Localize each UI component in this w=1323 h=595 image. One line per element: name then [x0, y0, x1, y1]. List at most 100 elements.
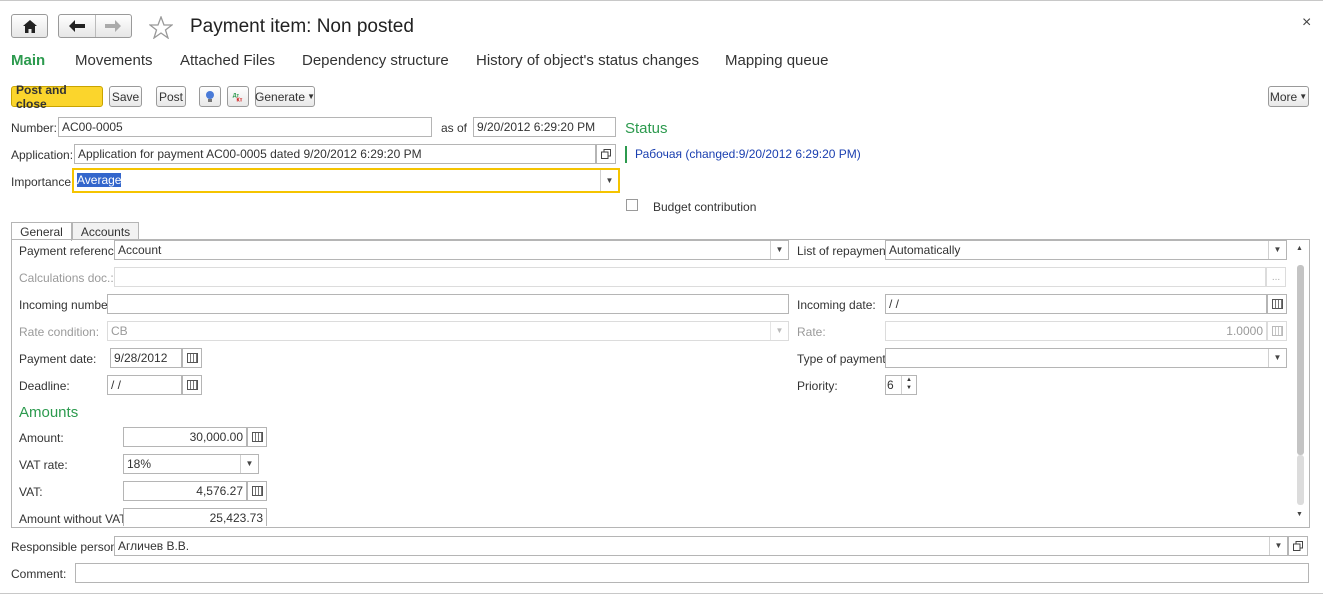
number-field[interactable]: AC00-0005	[58, 117, 432, 137]
incoming-date-calendar-button[interactable]	[1267, 294, 1287, 314]
chevron-down-icon[interactable]: ▼	[770, 241, 788, 259]
calc-doc-field	[114, 267, 1266, 287]
chevron-down-icon[interactable]: ▼	[1269, 537, 1287, 555]
vat-rate-select[interactable]: 18% ▼	[123, 454, 259, 474]
responsible-person-select[interactable]: Агличев В.В. ▼	[114, 536, 1288, 556]
calendar-icon	[186, 380, 198, 390]
amount-field[interactable]: 30,000.00	[123, 427, 247, 447]
amount-without-vat-label: Amount without VAT:	[19, 512, 129, 526]
application-label: Application:	[11, 148, 74, 162]
payment-reference-label: Payment reference:	[19, 244, 124, 258]
hint-button[interactable]	[199, 86, 221, 107]
open-responsible-button[interactable]	[1288, 536, 1308, 556]
calendar-icon	[1271, 299, 1283, 309]
vat-calculator-button[interactable]	[247, 481, 267, 501]
deadline-calendar-button[interactable]	[182, 375, 202, 395]
incoming-number-label: Incoming number:	[19, 298, 116, 312]
generate-button[interactable]: Generate ▼	[255, 86, 315, 107]
close-icon[interactable]: ×	[1302, 14, 1311, 32]
home-icon	[22, 19, 37, 33]
payment-date-calendar-button[interactable]	[182, 348, 202, 368]
open-window-icon	[601, 149, 611, 159]
list-repayment-select[interactable]: Automatically ▼	[885, 240, 1287, 260]
tab-accounts[interactable]: Accounts	[72, 222, 139, 240]
tab-main[interactable]: Main	[11, 52, 45, 69]
tab-history-status-changes[interactable]: History of object's status changes	[476, 52, 699, 69]
page-title: Payment item: Non posted	[190, 16, 414, 37]
deadline-label: Deadline:	[19, 379, 70, 393]
calculator-icon	[251, 486, 263, 496]
application-field[interactable]: Application for payment AC00-0005 dated …	[74, 144, 596, 164]
dt-kt-button[interactable]: Дт Кт	[227, 86, 249, 107]
open-application-button[interactable]	[596, 144, 616, 164]
importance-value: Average	[77, 173, 122, 187]
list-repayment-label: List of repayment:	[797, 244, 893, 258]
scrollbar-thumb[interactable]	[1297, 265, 1304, 455]
window-bottom-border	[0, 593, 1323, 594]
comment-field[interactable]	[75, 563, 1309, 583]
budget-contribution-label: Budget contribution	[653, 200, 757, 214]
responsible-person-value: Агличев В.В.	[118, 539, 190, 553]
amount-calculator-button[interactable]	[247, 427, 267, 447]
scroll-down-icon[interactable]: ▼	[1296, 511, 1303, 518]
forward-arrow-icon	[105, 20, 122, 32]
importance-select[interactable]: Average ▼	[72, 168, 620, 193]
rate-condition-select: CB ▼	[107, 321, 789, 341]
list-repayment-value: Automatically	[889, 243, 961, 257]
calculator-icon	[1271, 326, 1283, 336]
status-value-link[interactable]: Рабочая (changed:9/20/2012 6:29:20 PM)	[635, 147, 861, 161]
calc-doc-select-button: ...	[1266, 267, 1286, 287]
budget-contribution-checkbox[interactable]	[626, 199, 638, 211]
priority-value: 6	[887, 378, 894, 392]
save-button[interactable]: Save	[109, 86, 142, 107]
forward-button[interactable]	[96, 15, 132, 37]
type-payment-label: Type of payment:	[797, 352, 890, 366]
post-button[interactable]: Post	[156, 86, 186, 107]
payment-date-field[interactable]: 9/28/2012	[110, 348, 182, 368]
tab-dependency-structure[interactable]: Dependency structure	[302, 52, 449, 69]
payment-date-label: Payment date:	[19, 352, 97, 366]
vat-rate-value: 18%	[127, 457, 152, 471]
tab-attached-files[interactable]: Attached Files	[180, 52, 275, 69]
chevron-down-icon[interactable]: ▼	[1268, 349, 1286, 367]
amount-without-vat-field: 25,423.73	[123, 508, 267, 526]
date-field[interactable]: 9/20/2012 6:29:20 PM	[473, 117, 616, 137]
chevron-down-icon[interactable]: ▼	[600, 170, 618, 191]
window-top-border	[0, 0, 1323, 1]
amount-label: Amount:	[19, 431, 64, 445]
priority-stepper[interactable]: 6 ▲ ▼	[885, 375, 917, 395]
responsible-person-label: Responsible person:	[11, 540, 121, 554]
tab-movements[interactable]: Movements	[75, 52, 153, 69]
panel-scrollbar[interactable]: ▲ ▼	[1295, 243, 1306, 524]
tab-mapping-queue[interactable]: Mapping queue	[725, 52, 828, 69]
stepper-arrows-icon[interactable]: ▲ ▼	[901, 376, 916, 394]
priority-label: Priority:	[797, 379, 838, 393]
vat-field[interactable]: 4,576.27	[123, 481, 247, 501]
calendar-icon	[186, 353, 198, 363]
back-button[interactable]	[59, 15, 96, 37]
scrollbar-track	[1297, 455, 1304, 505]
chevron-down-icon: ▼	[770, 322, 788, 340]
chevron-down-icon[interactable]: ▼	[1268, 241, 1286, 259]
incoming-number-field[interactable]	[107, 294, 789, 314]
payment-reference-value: Account	[118, 243, 162, 257]
chevron-down-icon: ▼	[1299, 92, 1308, 101]
rate-calculator-button	[1267, 321, 1287, 341]
number-label: Number:	[11, 121, 58, 135]
incoming-date-field[interactable]: / /	[885, 294, 1267, 314]
chevron-down-icon: ▼	[307, 92, 315, 101]
deadline-field[interactable]: / /	[107, 375, 182, 395]
type-payment-select[interactable]: ▼	[885, 348, 1287, 368]
comment-label: Comment:	[11, 567, 67, 581]
incoming-date-label: Incoming date:	[797, 298, 876, 312]
more-button[interactable]: More ▼	[1268, 86, 1309, 107]
scroll-up-icon[interactable]: ▲	[1296, 245, 1303, 252]
payment-reference-select[interactable]: Account ▼	[114, 240, 789, 260]
vat-label: VAT:	[19, 485, 43, 499]
home-button[interactable]	[11, 14, 48, 38]
calc-doc-label: Calculations doc.:	[19, 271, 114, 285]
chevron-down-icon[interactable]: ▼	[240, 455, 258, 473]
post-and-close-button[interactable]: Post and close	[11, 83, 103, 111]
star-icon[interactable]	[149, 16, 173, 39]
lightbulb-icon	[206, 90, 214, 102]
